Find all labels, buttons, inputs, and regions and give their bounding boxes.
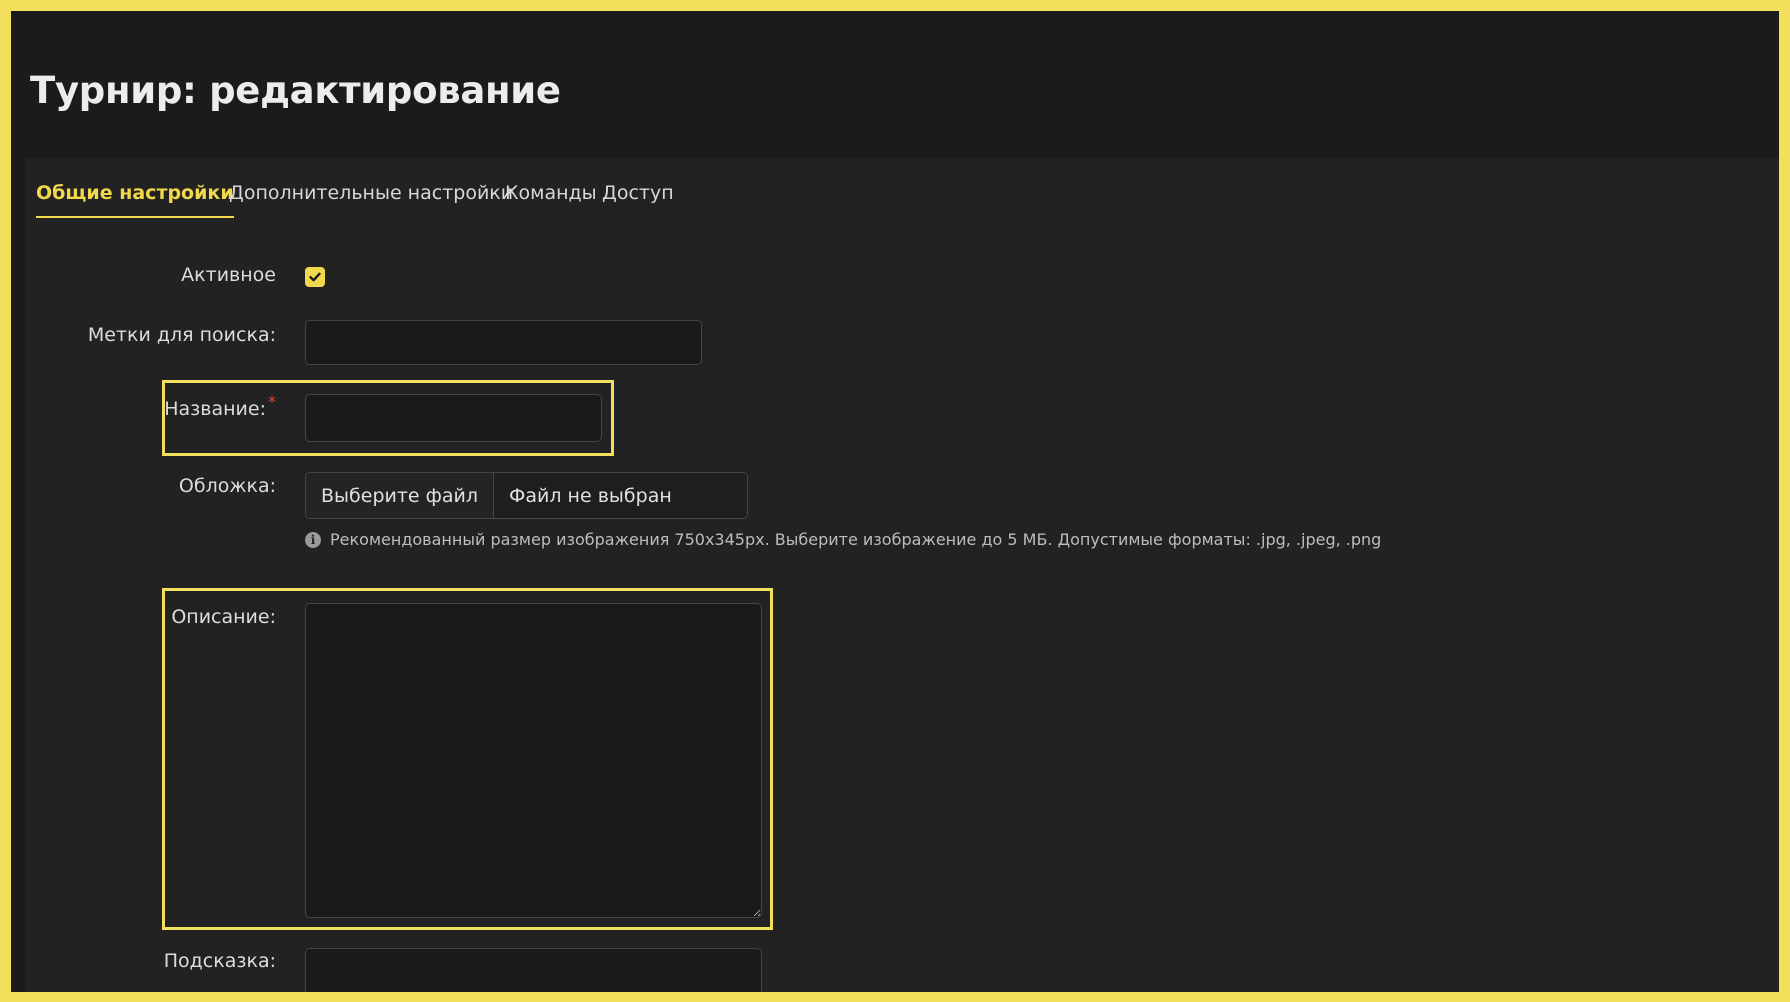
search-tags-label: Метки для поиска: xyxy=(87,324,276,346)
cover-hint-text: Рекомендованный размер изображения 750x3… xyxy=(330,530,1382,549)
file-status: Файл не выбран xyxy=(509,484,672,507)
name-input[interactable] xyxy=(305,394,602,442)
tab-access[interactable]: Доступ xyxy=(602,182,674,216)
required-marker: * xyxy=(268,392,276,411)
choose-file-button[interactable]: Выберите файл xyxy=(306,473,495,518)
name-label: Название: * xyxy=(164,392,276,420)
tooltip-input[interactable] xyxy=(305,948,762,992)
name-label-text: Название: xyxy=(164,398,266,420)
active-checkbox[interactable] xyxy=(305,267,325,287)
tab-teams[interactable]: Команды xyxy=(505,182,597,216)
description-label: Описание: xyxy=(171,606,276,628)
page-title: Турнир: редактирование xyxy=(30,69,561,112)
info-icon: i xyxy=(305,531,321,548)
app-window: Турнир: редактирование Общие настройки Д… xyxy=(11,11,1779,992)
cover-label: Обложка: xyxy=(178,475,276,497)
search-tags-input[interactable] xyxy=(305,320,702,365)
tab-general-settings[interactable]: Общие настройки xyxy=(36,182,234,218)
cover-hint: i Рекомендованный размер изображения 750… xyxy=(305,530,1381,549)
check-icon xyxy=(309,272,321,282)
tooltip-label: Подсказка: xyxy=(163,950,276,972)
description-textarea[interactable] xyxy=(305,603,762,918)
cover-file-input[interactable]: Выберите файл Файл не выбран xyxy=(305,472,748,519)
tab-additional-settings[interactable]: Дополнительные настройки xyxy=(229,182,513,216)
settings-panel: Общие настройки Дополнительные настройки… xyxy=(26,158,1779,992)
active-label: Активное xyxy=(181,264,276,286)
